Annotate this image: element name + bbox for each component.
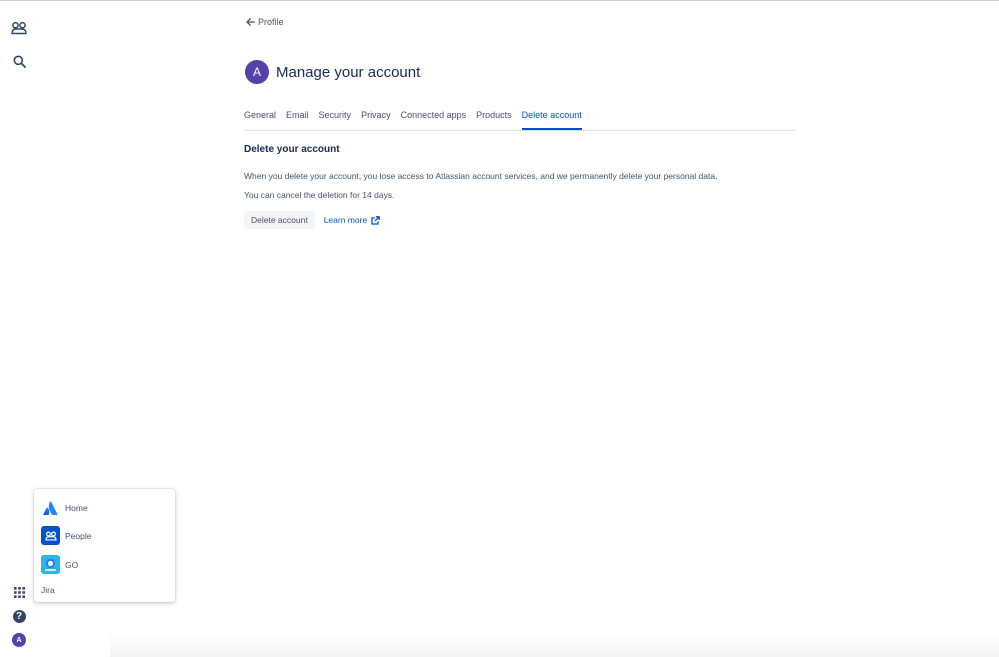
bottom-shadow <box>110 631 999 657</box>
tab-email[interactable]: Email <box>286 109 309 128</box>
people-icon-svg <box>11 21 27 35</box>
deletion-description: When you delete your account, you lose a… <box>244 171 718 181</box>
app-switcher-menu: Home People GO Jira <box>34 489 175 602</box>
go-app-icon <box>41 555 60 574</box>
app-grid-icon-svg <box>13 586 25 598</box>
switcher-item-label: Home <box>65 502 88 513</box>
page-title: Manage your account <box>276 63 421 81</box>
switcher-item-home[interactable]: Home <box>41 498 88 517</box>
app-grid-icon[interactable] <box>10 583 28 601</box>
people-icon <box>41 526 60 545</box>
switcher-item-label: People <box>65 530 92 541</box>
profile-avatar: A <box>245 60 269 84</box>
delete-account-button[interactable]: Delete account <box>244 211 315 229</box>
tab-products[interactable]: Products <box>476 109 512 128</box>
switcher-item-people[interactable]: People <box>41 526 91 545</box>
tab-connected-apps[interactable]: Connected apps <box>401 109 467 128</box>
switcher-item-label: GO <box>65 559 79 570</box>
search-icon-svg <box>13 55 26 68</box>
help-icon[interactable]: ? <box>10 607 28 625</box>
section-title: Delete your account <box>244 144 340 155</box>
search-icon[interactable] <box>10 52 28 70</box>
avatar[interactable]: A <box>10 631 28 649</box>
back-link-label: Profile <box>258 17 284 27</box>
tab-security[interactable]: Security <box>319 109 352 128</box>
external-link-icon <box>371 215 381 225</box>
arrow-left-icon <box>246 18 255 26</box>
learn-more-label: Learn more <box>323 215 368 225</box>
people-icon[interactable] <box>10 19 28 37</box>
avatar-letter: A <box>12 633 26 647</box>
atlassian-logo-icon <box>41 498 60 517</box>
switcher-item-go[interactable]: GO <box>41 555 78 574</box>
tab-delete-account[interactable]: Delete account <box>521 109 582 130</box>
page: ? A Profile A Manage your account Genera… <box>0 0 999 657</box>
section-actions: Delete account Learn more <box>244 211 381 229</box>
learn-more-link[interactable]: Learn more <box>323 215 381 225</box>
account-tabs: General Email Security Privacy Connected… <box>244 109 795 131</box>
global-nav: ? A <box>0 1 36 657</box>
switcher-item-jira[interactable]: Jira <box>41 585 55 595</box>
cancellation-note: You can cancel the deletion for 14 days. <box>244 190 395 200</box>
back-to-profile-link[interactable]: Profile <box>246 17 284 27</box>
page-header: A Manage your account <box>245 60 420 84</box>
tab-general[interactable]: General <box>244 109 276 128</box>
tab-privacy[interactable]: Privacy <box>361 109 391 128</box>
help-glyph: ? <box>12 609 26 623</box>
